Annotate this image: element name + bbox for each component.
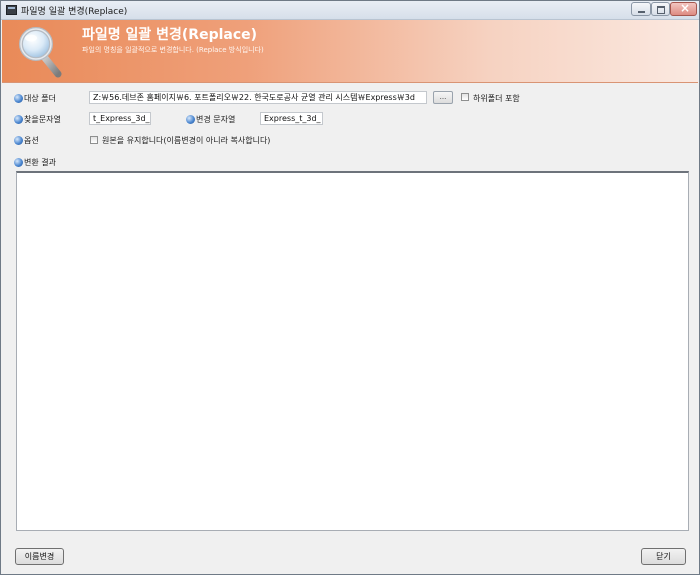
header-banner: 파일명 일괄 변경(Replace) 파일의 명칭을 일괄적으로 변경합니다. … — [2, 20, 698, 83]
banner-subtitle: 파일의 명칭을 일괄적으로 변경합니다. (Replace 방식입니다) — [82, 46, 264, 54]
replace-string-input[interactable]: Express_t_3d_ — [260, 112, 323, 125]
replace-string-label: 변경 문자열 — [196, 115, 236, 124]
maximize-button[interactable] — [651, 2, 670, 16]
target-folder-input[interactable]: Z:￦56.데브존 홈페이지￦6. 포트폴리오￦22. 한국도로공사 균열 관리… — [89, 91, 427, 104]
window-title: 파일명 일괄 변경(Replace) — [21, 7, 128, 17]
rename-button[interactable]: 이름변경 — [15, 548, 64, 565]
include-subfolders-checkbox[interactable] — [461, 93, 469, 101]
close-button[interactable]: 닫기 — [641, 548, 686, 565]
title-bar[interactable]: 파일명 일괄 변경(Replace) — [1, 1, 699, 20]
minimize-button[interactable] — [631, 2, 651, 16]
bullet-icon — [14, 136, 23, 145]
results-label: 변환 결과 — [24, 158, 56, 167]
results-list[interactable] — [16, 171, 689, 531]
bullet-icon — [14, 94, 23, 103]
find-string-label: 찾을문자열 — [24, 115, 61, 124]
browse-folder-button[interactable]: ... — [433, 91, 453, 104]
include-subfolders-label: 하위폴더 포함 — [473, 94, 520, 103]
bullet-icon — [186, 115, 195, 124]
find-string-input[interactable]: t_Express_3d_ — [89, 112, 151, 125]
banner-title: 파일명 일괄 변경(Replace) — [82, 27, 258, 43]
keep-original-checkbox[interactable] — [90, 136, 98, 144]
close-window-button[interactable] — [670, 1, 697, 16]
bullet-icon — [14, 115, 23, 124]
keep-original-label: 원본을 유지합니다(이름변경이 아니라 복사합니다) — [102, 136, 271, 145]
app-icon — [6, 5, 17, 15]
target-folder-label: 대상 폴더 — [24, 94, 56, 103]
bullet-icon — [14, 158, 23, 167]
main-window: 파일명 일괄 변경(Replace) 파일명 일괄 변경(Re — [0, 0, 700, 575]
options-label: 옵션 — [24, 136, 39, 145]
magnifier-icon — [19, 27, 62, 78]
